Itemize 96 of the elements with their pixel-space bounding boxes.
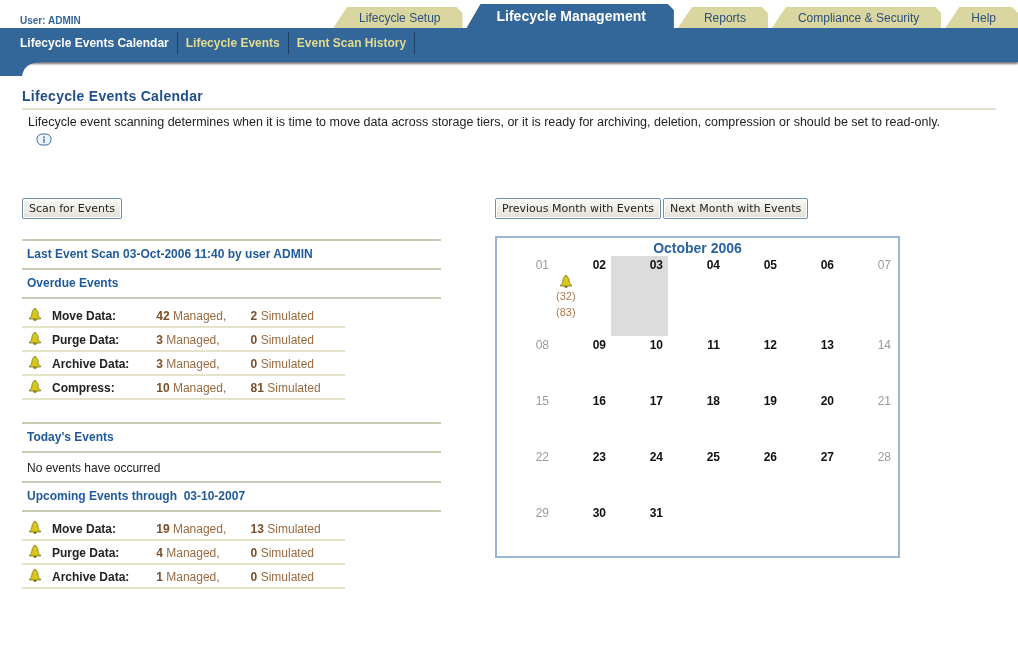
section-title: Last Event Scan 03-Oct-2006 11:40 by user ADMIN: [22, 239, 441, 270]
simulated-count-link[interactable]: 0 Simulated: [250, 545, 314, 560]
day-cell[interactable]: 24: [611, 448, 668, 504]
event-type-label: Archive Data:: [52, 569, 130, 584]
day-number: 09: [592, 338, 606, 352]
day-number: 21: [877, 394, 891, 408]
user-label: User: ADMIN: [20, 15, 81, 26]
managed-count-link[interactable]: 19 Managed,: [156, 521, 227, 536]
day-number: 15: [535, 394, 549, 408]
top-tab[interactable]: Lifecycle Management: [466, 4, 674, 28]
day-number: 19: [763, 394, 777, 408]
event-type-label: Move Data:: [52, 521, 116, 536]
day-cell[interactable]: 02 (32) (83): [554, 256, 611, 336]
section-title: Upcoming Events through 03-10-2007: [22, 481, 441, 512]
day-cell[interactable]: 27: [782, 448, 839, 504]
top-tab[interactable]: Lifecycle Setup: [333, 7, 463, 28]
day-cell[interactable]: 30: [554, 504, 611, 560]
day-number: 28: [877, 450, 891, 464]
day-cell[interactable]: 17: [611, 392, 668, 448]
day-number: 23: [592, 450, 606, 464]
day-cell[interactable]: 23: [554, 448, 611, 504]
day-number: 22: [535, 450, 549, 464]
managed-count-link[interactable]: 1 Managed,: [156, 569, 220, 584]
day-number: 06: [820, 258, 834, 272]
day-cell[interactable]: 05: [725, 256, 782, 336]
day-number: 17: [649, 394, 663, 408]
day-number: 18: [706, 394, 720, 408]
day-cell[interactable]: 12: [725, 336, 782, 392]
empty-message: No events have occurred: [22, 453, 441, 483]
day-cell[interactable]: 13: [782, 336, 839, 392]
event-type-label: Move Data:: [52, 308, 116, 323]
day-number: 01: [535, 258, 549, 272]
sub-tab[interactable]: Event Scan History: [288, 32, 416, 54]
day-number: 07: [877, 258, 891, 272]
day-number: 11: [707, 338, 720, 352]
event-type-label: Compress:: [52, 380, 115, 395]
day-number: 02: [592, 258, 606, 272]
managed-count-link[interactable]: 4 Managed,: [156, 545, 220, 560]
day-number: 30: [592, 506, 606, 520]
scan-button[interactable]: Scan for Events: [22, 198, 123, 219]
simulated-count-link[interactable]: 0 Simulated: [250, 356, 314, 371]
month-nav-button[interactable]: Next Month with Events: [663, 198, 809, 219]
day-cell[interactable]: 11: [668, 336, 725, 392]
top-tab[interactable]: Help: [945, 7, 1018, 28]
event-type-label: Purge Data:: [52, 332, 120, 347]
day-cell[interactable]: 16: [554, 392, 611, 448]
day-cell[interactable]: 19: [725, 392, 782, 448]
managed-count-link[interactable]: 3 Managed,: [156, 356, 220, 371]
day-number: 13: [820, 338, 834, 352]
day-number: 12: [763, 338, 777, 352]
day-cell[interactable]: 09: [554, 336, 611, 392]
day-number: 20: [820, 394, 834, 408]
managed-count-link[interactable]: 3 Managed,: [156, 332, 220, 347]
day-number: 26: [763, 450, 777, 464]
day-number: 16: [592, 394, 606, 408]
simulated-count-link[interactable]: 0 Simulated: [250, 569, 314, 584]
day-number: 04: [706, 258, 720, 272]
event-count[interactable]: (32): [556, 288, 576, 304]
section-title: Overdue Events: [22, 268, 441, 299]
day-number: 08: [535, 338, 549, 352]
day-cell[interactable]: 10: [611, 336, 668, 392]
day-number: 25: [706, 450, 720, 464]
managed-count-link[interactable]: 10 Managed,: [156, 380, 227, 395]
selected-day-cell[interactable]: 03: [611, 256, 668, 336]
top-tab[interactable]: Reports: [677, 7, 768, 28]
day-cell[interactable]: 06: [782, 256, 839, 336]
event-type-label: Archive Data:: [52, 356, 130, 371]
day-number: 05: [763, 258, 777, 272]
event-type-label: Purge Data:: [52, 545, 120, 560]
day-cell[interactable]: 26: [725, 448, 782, 504]
day-number: 27: [820, 450, 834, 464]
day-cell[interactable]: 04: [668, 256, 725, 336]
day-cell[interactable]: 31: [611, 504, 668, 560]
simulated-count-link[interactable]: 13 Simulated: [250, 521, 321, 536]
month-nav-button[interactable]: Previous Month with Events: [495, 198, 662, 219]
top-tab[interactable]: Compliance & Security: [771, 7, 942, 28]
page-title: Lifecycle Events Calendar: [22, 88, 996, 110]
managed-count-link[interactable]: 42 Managed,: [156, 308, 227, 323]
day-number: 03: [649, 258, 663, 272]
section-title: Today's Events: [22, 422, 441, 453]
simulated-count-link[interactable]: 2 Simulated: [250, 308, 314, 323]
day-number: 31: [649, 506, 663, 520]
day-cell[interactable]: 25: [668, 448, 725, 504]
event-count[interactable]: (83): [556, 304, 576, 320]
sub-tab[interactable]: Lifecycle Events: [177, 32, 289, 54]
description-text: Lifecycle event scanning determines when it is time to move data across storage tiers, or it is ready for archiving, deletion, compression or should be set to read-only.: [28, 115, 941, 129]
day-number: 10: [649, 338, 663, 352]
simulated-count-link[interactable]: 0 Simulated: [250, 332, 314, 347]
day-number: 14: [877, 338, 891, 352]
day-cell[interactable]: 18: [668, 392, 725, 448]
day-number: 29: [535, 506, 549, 520]
sub-tab[interactable]: Lifecycle Events Calendar: [12, 32, 178, 54]
day-number: 24: [649, 450, 663, 464]
day-cell[interactable]: 20: [782, 392, 839, 448]
calendar-month-title: October 2006: [652, 239, 743, 256]
simulated-count-link[interactable]: 81 Simulated: [250, 380, 321, 395]
